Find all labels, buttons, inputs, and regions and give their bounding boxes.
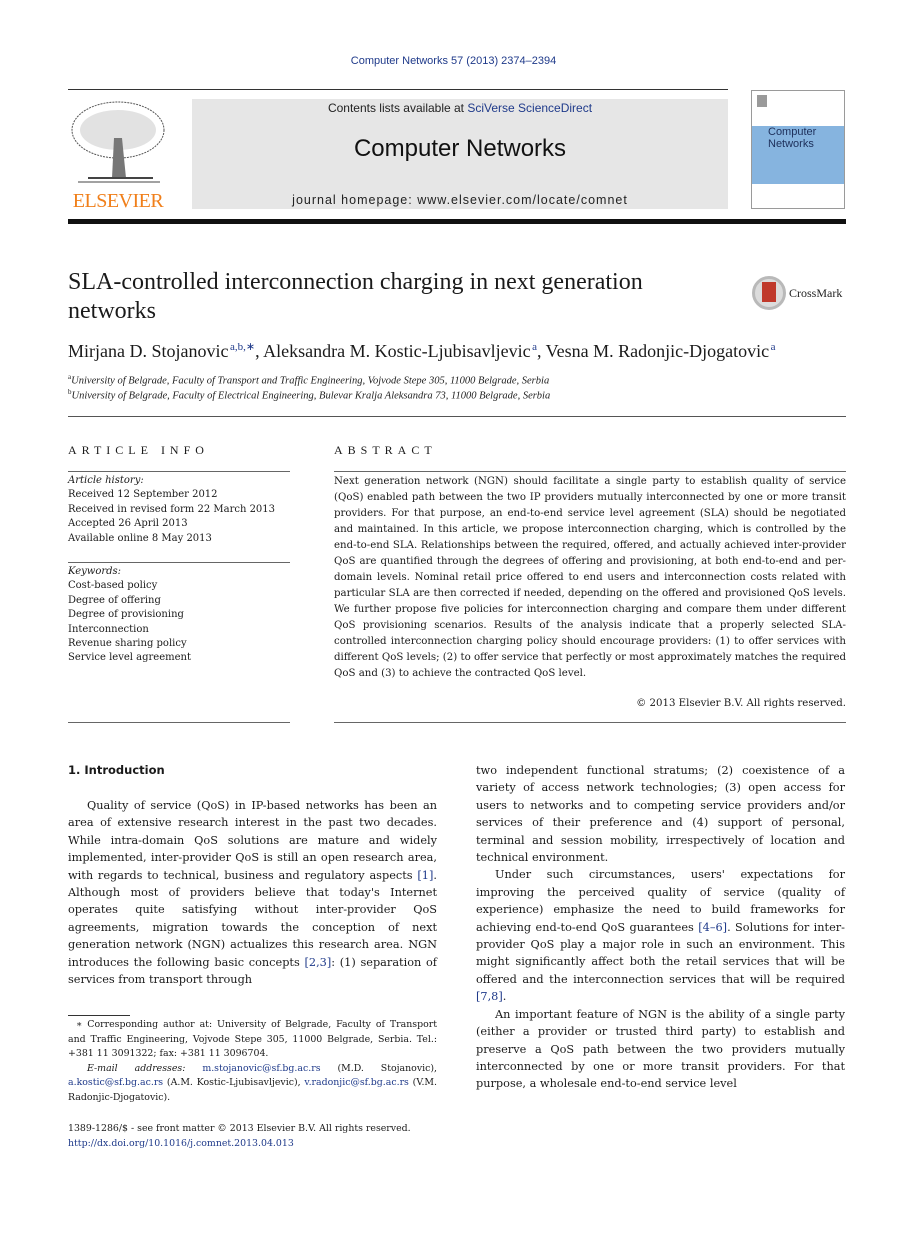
crossmark-bookmark-icon	[762, 282, 776, 302]
email-link[interactable]: m.stojanovic@sf.bg.ac.rs	[202, 1063, 320, 1074]
citation-link[interactable]: [2,3]	[304, 956, 331, 969]
citation-link[interactable]: [1]	[417, 869, 433, 882]
crossmark-label: CrossMark	[789, 286, 843, 300]
author-name: Vesna M. Radonjic-Djogatovic	[545, 341, 770, 361]
history-item: Received in revised form 22 March 2013	[68, 503, 276, 515]
body-paragraph: Under such circumstances, users' expecta…	[476, 866, 845, 1005]
email-note: E-mail addresses: m.stojanovic@sf.bg.ac.…	[68, 1062, 437, 1106]
doi-link[interactable]: http://dx.doi.org/10.1016/j.comnet.2013.…	[68, 1137, 437, 1152]
body-column-left: Quality of service (QoS) in IP-based net…	[68, 797, 437, 988]
abstract-heading: ABSTRACT	[334, 443, 437, 457]
issn-line: 1389-1286/$ - see front matter © 2013 El…	[68, 1123, 411, 1134]
cover-elsevier-icon	[757, 95, 767, 107]
keyword-item: Revenue sharing policy	[68, 638, 187, 650]
keywords-label: Keywords:	[68, 566, 122, 577]
journal-banner: Contents lists available at SciVerse Sci…	[192, 99, 728, 209]
affiliation-text: University of Belgrade, Faculty of Trans…	[71, 375, 550, 387]
paragraph-text: . Although most of providers believe tha…	[68, 868, 437, 969]
elsevier-wordmark: ELSEVIER	[72, 190, 164, 212]
footnote-rule	[68, 1015, 130, 1016]
cover-title-line2: Networks	[768, 138, 814, 150]
introduction-heading: 1. Introduction	[68, 763, 165, 777]
article-history: Article history: Received 12 September 2…	[68, 474, 290, 546]
history-label: Article history:	[68, 475, 144, 486]
keyword-item: Interconnection	[68, 623, 149, 635]
keyword-item: Degree of provisioning	[68, 609, 184, 621]
email-owner: (A.M. Kostic-Ljubisavljevic),	[166, 1077, 301, 1089]
citation-link[interactable]: [7,8]	[476, 990, 503, 1003]
email-link[interactable]: a.kostic@sf.bg.ac.rs	[68, 1077, 163, 1088]
email-label: E-mail addresses:	[87, 1062, 186, 1074]
abstract-divider	[334, 722, 846, 723]
author-affiliation-mark[interactable]: a	[771, 341, 776, 353]
header-thick-rule	[68, 219, 846, 224]
journal-citation-link[interactable]: Computer Networks 57 (2013) 2374–2394	[0, 55, 907, 67]
header-rule	[68, 89, 728, 90]
footnotes: ∗ Corresponding author at: University of…	[68, 1018, 437, 1106]
body-paragraph: Quality of service (QoS) in IP-based net…	[68, 797, 437, 988]
contents-prefix: Contents lists available at	[327, 101, 468, 115]
author-name: Mirjana D. Stojanovic	[68, 341, 229, 361]
history-item: Available online 8 May 2013	[68, 532, 212, 544]
info-divider	[68, 562, 290, 563]
author-affiliation-mark[interactable]: a	[532, 341, 537, 353]
author-affiliation-mark[interactable]: a,b,∗	[230, 341, 255, 353]
paragraph-text: .	[502, 990, 507, 1004]
citation-link[interactable]: [4–6]	[698, 921, 727, 934]
keyword-item: Degree of offering	[68, 594, 161, 606]
keyword-item: Cost-based policy	[68, 580, 158, 592]
journal-title: Computer Networks	[353, 135, 567, 162]
info-divider	[68, 722, 290, 723]
author-name: Aleksandra M. Kostic-Ljubisavljevic	[263, 341, 531, 361]
cover-title: Computer Networks	[768, 126, 816, 150]
journal-homepage-link[interactable]: journal homepage: www.elsevier.com/locat…	[192, 193, 728, 207]
affiliation-a: aUniversity of Belgrade, Faculty of Tran…	[68, 373, 848, 387]
body-column-right: two independent functional stratums; (2)…	[476, 762, 845, 1093]
affiliation-text: University of Belgrade, Faculty of Elect…	[71, 390, 551, 402]
email-owner: (M.D. Stojanovic),	[337, 1062, 437, 1074]
affiliation-b: bUniversity of Belgrade, Faculty of Elec…	[68, 388, 848, 402]
crossmark-button[interactable]: CrossMark	[752, 276, 852, 312]
body-paragraph: An important feature of NGN is the abili…	[476, 1007, 845, 1091]
cover-title-line1: Computer	[768, 126, 817, 138]
abstract-divider	[334, 471, 846, 472]
corresponding-author-note: ∗ Corresponding author at: University of…	[68, 1019, 437, 1060]
info-divider	[68, 471, 290, 472]
abstract-text: Next generation network (NGN) should fac…	[334, 476, 846, 679]
email-link[interactable]: v.radonjic@sf.bg.ac.rs	[304, 1077, 408, 1088]
section-divider	[68, 416, 846, 417]
front-matter: 1389-1286/$ - see front matter © 2013 El…	[68, 1122, 437, 1151]
keywords: Keywords: Cost-based policy Degree of of…	[68, 565, 290, 666]
sciencedirect-link[interactable]: SciVerse ScienceDirect	[467, 101, 592, 115]
keyword-item: Service level agreement	[68, 652, 191, 664]
abstract-copyright: © 2013 Elsevier B.V. All rights reserved…	[636, 698, 846, 709]
paragraph-text: Quality of service (QoS) in IP-based net…	[68, 799, 437, 882]
journal-cover-thumbnail[interactable]: Computer Networks	[751, 90, 845, 209]
article-title: SLA-controlled interconnection charging …	[68, 269, 643, 324]
contents-line: Contents lists available at SciVerse Sci…	[192, 101, 728, 115]
body-paragraph: two independent functional stratums; (2)…	[476, 764, 845, 865]
author-list: Mirjana D. Stojanovic a,b,∗, Aleksandra …	[68, 341, 776, 361]
history-item: Accepted 26 April 2013	[68, 518, 188, 530]
article-info-heading: ARTICLE INFO	[68, 443, 209, 457]
history-item: Received 12 September 2012	[68, 489, 218, 501]
